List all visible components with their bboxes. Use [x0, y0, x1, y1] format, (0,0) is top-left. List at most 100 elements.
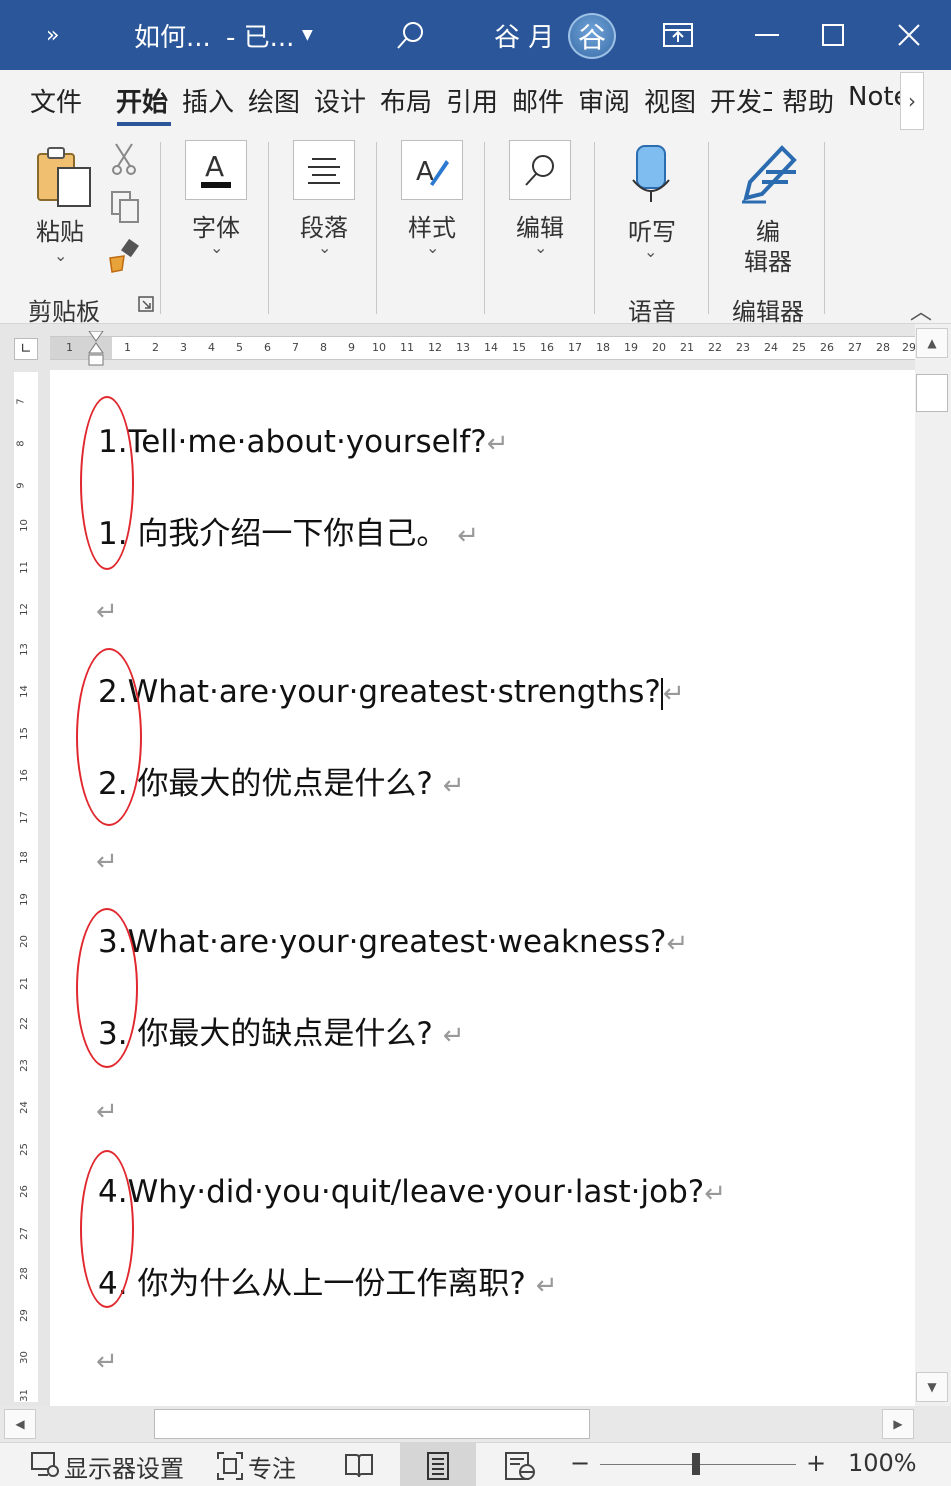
user-name[interactable]: 谷 月: [494, 0, 554, 70]
paragraph-mark: ↵: [96, 1097, 118, 1127]
scroll-right-icon[interactable]: ▶: [882, 1409, 914, 1439]
ribbon-separator: [824, 142, 825, 314]
list-item[interactable]: 4. 你为什么从上一份工作离职? ↵: [98, 1258, 558, 1303]
empty-paragraph[interactable]: ↵: [96, 1342, 118, 1378]
display-settings-label[interactable]: 显示器设置: [64, 1449, 184, 1484]
font-dropdown-chevron-icon[interactable]: ⌄: [210, 238, 223, 257]
tab-layout[interactable]: 布局: [380, 82, 432, 119]
quick-access-overflow-button[interactable]: »: [46, 0, 59, 70]
horizontal-ruler-area: ∟ 1 123 456 789 10 11 12 13 14 15 16 17 18 19 2…: [0, 324, 951, 370]
save-state-label[interactable]: - 已...: [226, 0, 294, 70]
question-zh: 你最大的优点是什么?: [137, 766, 433, 802]
list-item[interactable]: 1. 向我介绍一下你自己。 ↵: [98, 508, 479, 553]
paste-icon[interactable]: [34, 144, 96, 212]
display-settings-icon[interactable]: [30, 1451, 60, 1483]
tab-selector-button[interactable]: ∟: [14, 338, 38, 360]
copy-icon[interactable]: [108, 190, 142, 228]
print-layout-view-button[interactable]: [400, 1443, 476, 1486]
tab-design[interactable]: 设计: [314, 82, 366, 119]
styles-icon[interactable]: A: [401, 140, 463, 200]
tab-onenote[interactable]: Note: [848, 82, 900, 112]
list-item[interactable]: 1.Tell·me·about·yourself?↵: [98, 424, 509, 460]
zoom-in-button[interactable]: +: [806, 1449, 826, 1477]
scroll-up-icon[interactable]: ▲: [916, 328, 948, 358]
document-title[interactable]: 如何...: [134, 0, 211, 70]
tabs-scroll-right-button[interactable]: ›: [900, 72, 924, 130]
web-layout-icon[interactable]: [504, 1451, 536, 1485]
question-en: Tell·me·about·yourself?: [127, 424, 487, 460]
minimize-icon[interactable]: [752, 0, 782, 70]
tab-view[interactable]: 视图: [644, 82, 696, 119]
maximize-icon[interactable]: [820, 0, 846, 70]
tab-draw[interactable]: 绘图: [248, 82, 300, 119]
tab-mailings[interactable]: 邮件: [512, 82, 564, 119]
empty-paragraph[interactable]: ↵: [96, 1092, 118, 1128]
tab-review[interactable]: 审阅: [578, 82, 630, 119]
document-page[interactable]: 1.Tell·me·about·yourself?↵ 1. 向我介绍一下你自己。…: [50, 370, 915, 1406]
font-icon[interactable]: A: [185, 140, 247, 200]
paragraph-mark: ↵: [96, 597, 118, 627]
vertical-scrollbar[interactable]: ▲ ▼: [915, 324, 951, 1406]
paragraph-mark: ↵: [704, 1179, 727, 1209]
user-avatar[interactable]: 谷: [568, 13, 616, 59]
paragraph-dropdown-chevron-icon[interactable]: ⌄: [318, 238, 331, 257]
focus-mode-label[interactable]: 专注: [248, 1449, 296, 1484]
ribbon: 粘贴 ⌄ 剪贴板 A 字体 ⌄ 段落 ⌄ A 样式 ⌄ 编辑 ⌄ 听写 ⌄ 语音…: [0, 132, 951, 326]
zoom-slider-thumb[interactable]: [692, 1453, 700, 1475]
number-highlight-ellipse: [76, 908, 138, 1068]
horizontal-ruler[interactable]: 1 123 456 789 10 11 12 13 14 15 16 17 18 19 20 2…: [50, 330, 916, 366]
tab-home[interactable]: 开始: [116, 82, 168, 119]
horizontal-scrollbar[interactable]: ◀ ▶: [0, 1406, 951, 1442]
paragraph-mark: ↵: [96, 847, 118, 877]
cut-icon[interactable]: [110, 142, 138, 180]
list-item[interactable]: 3.What·are·your·greatest·weakness?↵: [98, 924, 688, 960]
title-bar: » 如何... - 已... ▼ 谷 月 谷: [0, 0, 951, 70]
tab-references[interactable]: 引用: [446, 82, 498, 119]
list-item[interactable]: 2.What·are·your·greatest·strengths?↵: [98, 674, 685, 710]
empty-paragraph[interactable]: ↵: [96, 592, 118, 628]
title-dropdown-caret-icon[interactable]: ▼: [302, 0, 313, 70]
scroll-left-icon[interactable]: ◀: [4, 1409, 36, 1439]
vertical-scroll-thumb[interactable]: [916, 374, 948, 412]
microphone-icon[interactable]: [630, 144, 672, 208]
indent-marker-icon[interactable]: [88, 330, 104, 366]
list-item[interactable]: 2. 你最大的优点是什么? ↵: [98, 758, 465, 803]
zoom-out-button[interactable]: −: [570, 1449, 590, 1477]
ribbon-display-options-icon[interactable]: [662, 0, 694, 70]
scroll-down-icon[interactable]: ▼: [916, 1372, 948, 1402]
paste-button-label[interactable]: 粘贴: [36, 212, 84, 247]
empty-paragraph[interactable]: ↵: [96, 842, 118, 878]
paragraph-icon[interactable]: [293, 140, 355, 200]
horizontal-scroll-thumb[interactable]: [154, 1409, 590, 1439]
styles-dropdown-chevron-icon[interactable]: ⌄: [426, 238, 439, 257]
svg-text:A: A: [205, 150, 224, 183]
zoom-level[interactable]: 100%: [848, 1449, 917, 1477]
ribbon-separator: [160, 142, 161, 314]
search-icon[interactable]: [394, 0, 428, 70]
format-painter-icon[interactable]: [106, 238, 142, 278]
ribbon-separator: [268, 142, 269, 314]
clipboard-dialog-launcher-icon[interactable]: [138, 296, 154, 316]
editor-button-label-line2[interactable]: 辑器: [744, 242, 792, 277]
editor-pen-icon[interactable]: [736, 142, 800, 210]
tab-help[interactable]: 帮助: [782, 82, 834, 119]
vertical-ruler[interactable]: 789 10 11 12 13 14 15 16 17 18 19 20 21 22 23 24 2…: [14, 372, 38, 1402]
read-mode-icon[interactable]: [344, 1451, 374, 1483]
paragraph-mark: ↵: [442, 1021, 465, 1051]
question-en: What·are·your·greatest·weakness?: [127, 924, 667, 960]
dictate-dropdown-chevron-icon[interactable]: ⌄: [644, 242, 657, 261]
close-icon[interactable]: [896, 0, 922, 70]
number-highlight-ellipse: [76, 648, 142, 826]
tab-developer[interactable]: 开发工: [710, 82, 772, 119]
tab-file[interactable]: 文件: [30, 82, 82, 119]
list-item[interactable]: 3. 你最大的缺点是什么? ↵: [98, 1008, 465, 1053]
tab-insert[interactable]: 插入: [182, 82, 234, 119]
active-tab-indicator: [117, 122, 171, 126]
editing-dropdown-chevron-icon[interactable]: ⌄: [534, 238, 547, 257]
paragraph-mark: ↵: [662, 679, 685, 709]
paste-dropdown-chevron-icon[interactable]: ⌄: [54, 246, 67, 265]
list-item[interactable]: 4.Why·did·you·quit/leave·your·last·job?↵: [98, 1174, 726, 1210]
collapse-ribbon-icon[interactable]: ︿: [910, 294, 932, 326]
focus-mode-icon[interactable]: [216, 1451, 244, 1485]
editing-search-icon[interactable]: [509, 140, 571, 200]
